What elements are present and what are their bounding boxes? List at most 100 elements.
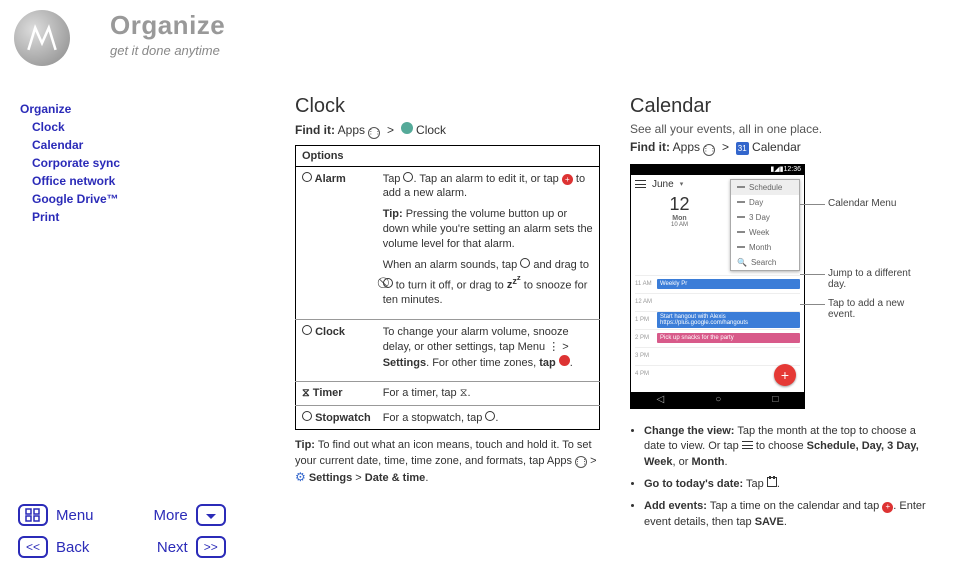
menu-item-month[interactable]: Month (731, 240, 799, 255)
motorola-m-icon (25, 21, 59, 55)
findit-apps-text: Apps (338, 123, 365, 137)
calendar-findit: Find it: Apps ⋮⋮ > 31 Calendar (630, 140, 935, 156)
calendar-dropdown-menu: Schedule Day 3 Day Week Month 🔍Search (730, 179, 800, 271)
fab-add-event[interactable]: + (774, 364, 796, 386)
calendar-timeline: 11 AMWeekly Pr 12 AM 1 PMStart hangout w… (635, 275, 800, 383)
apps-icon-3: ⋮⋮ (703, 144, 715, 156)
clock-row-text: To change your alarm volume, snooze dela… (377, 319, 600, 382)
time-12am: 12 AM (635, 299, 657, 305)
menu-item-week[interactable]: Week (731, 225, 799, 240)
time-1pm: 1 PM (635, 317, 657, 323)
calendar-heading: Calendar (630, 95, 935, 118)
clock-bottom-tip: Tip: To find out what an icon means, tou… (295, 438, 600, 486)
stopwatch-icon (302, 411, 312, 421)
toc-link-print[interactable]: Print (32, 208, 120, 226)
findit-clock-text: Clock (416, 123, 446, 137)
cal-findit-apps: Apps (673, 140, 700, 154)
callout-jump: Jump to a different day. (828, 268, 930, 290)
stopwatch-icon-2 (485, 411, 495, 421)
menu-item-3day[interactable]: 3 Day (731, 210, 799, 225)
motorola-logo (14, 10, 70, 66)
clock-heading: Clock (295, 95, 600, 118)
nav-home-icon[interactable]: ○ (715, 394, 721, 405)
alarm-icon (302, 172, 312, 182)
options-header: Options (296, 145, 600, 166)
cal-findit-label: Find it: (630, 140, 670, 154)
time-2pm: 2 PM (635, 335, 657, 341)
toc-link-clock[interactable]: Clock (32, 118, 120, 136)
alarm-tap-icon (403, 172, 413, 182)
table-of-contents: Organize Clock Calendar Corporate sync O… (20, 100, 120, 226)
back-label: Back (56, 539, 89, 556)
clock-row-label: Clock (296, 319, 377, 382)
bullet-change-view: Change the view: Tap the month at the to… (644, 424, 935, 472)
menu-item-search[interactable]: 🔍Search (731, 255, 799, 270)
hourglass-icon: ⧖ (302, 387, 310, 399)
back-button[interactable]: << Back (18, 536, 94, 558)
toc-link-organize[interactable]: Organize (20, 100, 120, 118)
dismiss-icon: ⃠ (383, 278, 393, 288)
timer-row-label: ⧖ Timer (296, 382, 377, 406)
calendar-bullets: Change the view: Tap the month at the to… (630, 424, 935, 532)
back-icon: << (18, 536, 48, 558)
today-icon (767, 477, 777, 487)
page-header: Organize get it done anytime (110, 10, 225, 58)
apps-icon-2: ⋮⋮ (575, 456, 587, 468)
bullet-add-events: Add events: Tap a time on the calendar a… (644, 499, 935, 531)
toc-link-corporate-sync[interactable]: Corporate sync (32, 154, 120, 172)
month-label: June (652, 179, 674, 190)
clock-findit: Find it: Apps ⋮⋮ > Clock (295, 122, 600, 139)
menu-icon (18, 504, 48, 526)
date-day: Mon (635, 215, 724, 222)
next-button[interactable]: >> Next (154, 536, 226, 558)
apps-icon: ⋮⋮ (368, 127, 380, 139)
findit-label: Find it: (295, 123, 335, 137)
toc-link-google-drive[interactable]: Google Drive™ (32, 190, 120, 208)
event-hangout[interactable]: Start hangout with Alexishttps://plus.go… (657, 312, 800, 328)
hourglass-icon-2: ⧖ (460, 387, 468, 399)
callout-add: Tap to add a new event. (828, 298, 930, 320)
stopwatch-row-text: For a stopwatch, tap . (377, 406, 600, 430)
timezone-icon (559, 355, 570, 366)
event-weekly[interactable]: Weekly Pr (657, 279, 800, 289)
alarm-sound-icon (520, 258, 530, 268)
callout-menu: Calendar Menu (828, 198, 896, 209)
phone-mockup: ▮◢▮12:36 June ▾ 12 Mon 10 (630, 164, 805, 409)
calendar-desc: See all your events, all in one place. (630, 122, 935, 136)
time-4pm: 4 PM (635, 371, 657, 377)
bullet-today: Go to today's date: Tap . (644, 477, 935, 493)
cal-findit-suffix: Calendar (752, 140, 801, 154)
clock-section: Clock Find it: Apps ⋮⋮ > Clock Options A… (295, 95, 600, 537)
stopwatch-row-label: Stopwatch (296, 406, 377, 430)
time-3pm: 3 PM (635, 353, 657, 359)
toc-link-office-network[interactable]: Office network (32, 172, 120, 190)
settings-gear-icon: ⚙ (295, 470, 306, 484)
clock-options-table: Options Alarm Tap . Tap an alarm to edit… (295, 145, 600, 431)
hamburger-icon (742, 441, 753, 449)
clock-app-icon (401, 122, 413, 134)
date-time: 10 AM (635, 222, 724, 228)
alarm-row-label: Alarm (296, 166, 377, 319)
more-button[interactable]: More (154, 504, 226, 526)
nav-recent-icon[interactable]: □ (772, 394, 778, 405)
android-navbar: ◁ ○ □ (631, 392, 804, 408)
nav-back-icon[interactable]: ◁ (657, 394, 665, 405)
menu-button[interactable]: Menu (18, 504, 94, 526)
phone-mockup-wrap: ▮◢▮12:36 June ▾ 12 Mon 10 (630, 164, 930, 414)
page-title: Organize (110, 10, 225, 41)
status-bar: ▮◢▮12:36 (631, 165, 804, 175)
calendar-app-icon: 31 (736, 142, 749, 155)
menu-item-day[interactable]: Day (731, 195, 799, 210)
toc-link-calendar[interactable]: Calendar (32, 136, 120, 154)
more-icon (196, 504, 226, 526)
event-snacks[interactable]: Pick up snacks for the party (657, 333, 800, 343)
page-subtitle: get it done anytime (110, 43, 225, 58)
date-number: 12 (635, 194, 724, 215)
time-11am: 11 AM (635, 281, 657, 287)
menu-dots-icon: ⋮ (548, 341, 559, 353)
next-label: Next (157, 539, 188, 556)
calendar-section: Calendar See all your events, all in one… (630, 95, 935, 537)
dropdown-caret-icon: ▾ (680, 180, 684, 188)
menu-item-schedule[interactable]: Schedule (731, 180, 799, 195)
drawer-icon (635, 180, 646, 188)
